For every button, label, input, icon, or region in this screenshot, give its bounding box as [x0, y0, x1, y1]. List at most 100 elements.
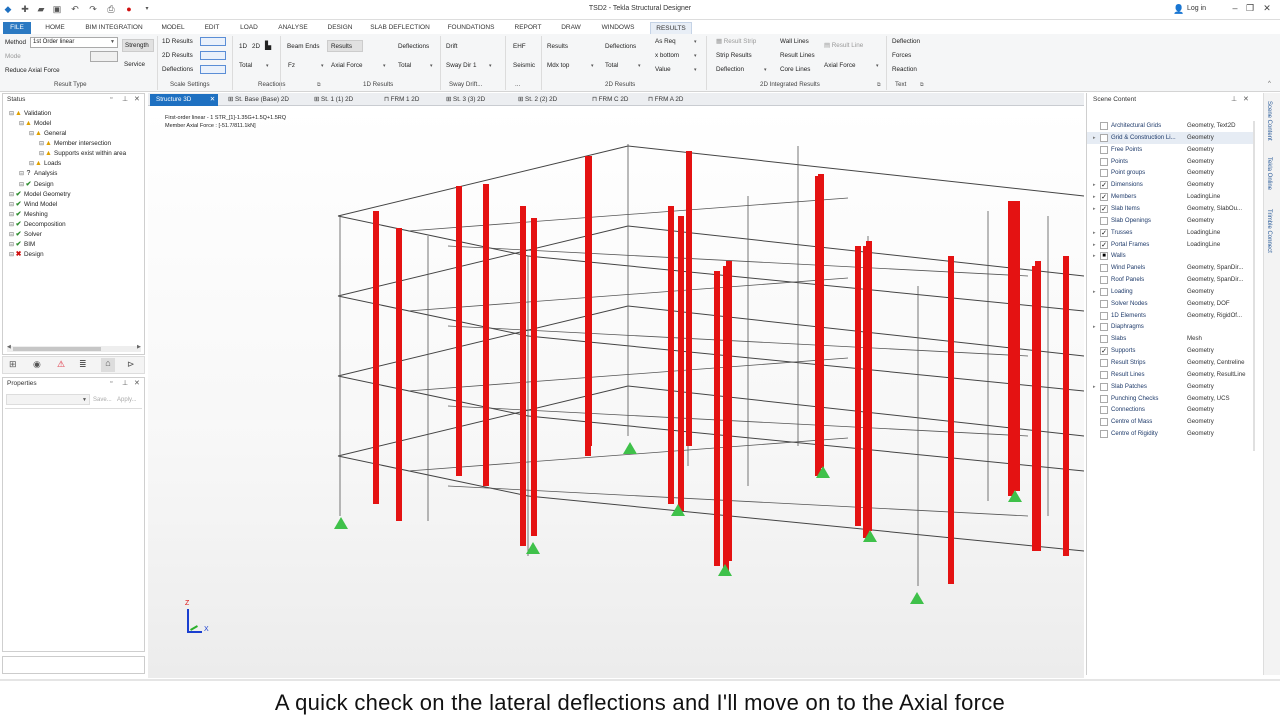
side-tab-tekla-online[interactable]: Tekla Online [1266, 157, 1272, 190]
floor-edge-line[interactable] [337, 375, 529, 417]
scene-content-row[interactable]: Connections Geometry [1087, 404, 1255, 416]
scene-item-type[interactable]: Geometry, SpanDir... [1187, 262, 1243, 274]
tab-structure-3d[interactable]: Structure 3D ✕ [150, 94, 218, 106]
axial-force-diagram[interactable] [373, 211, 379, 504]
expand-arrow-icon[interactable]: ▸ [1093, 132, 1096, 144]
expand-arrow-icon[interactable]: ▸ [1093, 239, 1096, 251]
close-icon[interactable]: ✕ [134, 95, 140, 103]
expand-arrow-icon[interactable]: ▸ [1093, 286, 1096, 298]
scene-content-row[interactable]: ▸ Slab Patches Geometry [1087, 381, 1255, 393]
horizontal-scrollbar[interactable] [7, 346, 141, 352]
scene-item-type[interactable]: Geometry [1187, 167, 1214, 179]
scene-content-row[interactable]: ▸ Grid & Construction Li... Geometry [1087, 131, 1255, 144]
status-tree-item[interactable]: ⊟ ✔ Model Geometry [9, 190, 71, 198]
scene-content-row[interactable]: ▸ ✓ Portal Frames LoadingLine [1087, 239, 1255, 251]
status-tree-item[interactable]: ⊟ ✔ Wind Model [9, 200, 57, 208]
scene-content-row[interactable]: 1D Elements Geometry, RigidOf... [1087, 310, 1255, 322]
close-icon[interactable]: ✕ [1260, 3, 1274, 15]
visibility-checkbox[interactable]: ✓ [1100, 240, 1108, 249]
drift-button[interactable]: Drift [446, 43, 458, 50]
scene-item-type[interactable]: Geometry [1187, 428, 1214, 440]
axial-force-diagram[interactable] [1063, 256, 1069, 556]
scale-slider-2d[interactable] [200, 51, 226, 60]
list-icon[interactable]: ≣ [79, 359, 87, 370]
scene-content-row[interactable]: ▸ Loading Geometry [1087, 286, 1255, 298]
deflections-button[interactable]: Deflections [398, 43, 429, 50]
scene-item-type[interactable]: Geometry, SlabOu... [1187, 203, 1242, 215]
visibility-checkbox[interactable] [1100, 122, 1108, 130]
status-tree-item[interactable]: ⊟▲ General [29, 130, 66, 137]
vertical-scrollbar[interactable] [1253, 121, 1255, 451]
value-select[interactable]: Value [655, 66, 671, 73]
axial-force-diagram[interactable] [668, 206, 674, 504]
pin-icon[interactable]: ⊥ [1231, 95, 1237, 103]
float-icon[interactable]: ▫ [110, 379, 112, 386]
scene-item-type[interactable]: Geometry [1187, 144, 1214, 156]
tab-edit[interactable]: EDIT [198, 22, 226, 34]
status-tree-item[interactable]: ⊟ ✔ Solver [9, 230, 42, 238]
scene-content-row[interactable]: Wind Panels Geometry, SpanDir... [1087, 262, 1255, 274]
results-2d-button[interactable]: Results [547, 43, 568, 50]
axial-force-diagram[interactable] [396, 228, 402, 521]
text-forces-button[interactable]: Forces [892, 52, 911, 59]
scene-item-type[interactable]: Geometry [1187, 132, 1214, 144]
dialog-launcher-icon[interactable]: ⧉ [877, 82, 881, 88]
floor-edge-line[interactable] [627, 145, 1084, 197]
axial-force-diagram[interactable] [483, 184, 489, 486]
status-tree-item[interactable]: ⊟▲ Model [19, 120, 51, 127]
chevron-down-icon[interactable]: ▾ [638, 63, 641, 69]
chevron-down-icon[interactable]: ▾ [694, 67, 697, 73]
command-line[interactable] [2, 656, 145, 674]
support-icon[interactable] [334, 517, 348, 529]
status-tree-item[interactable]: ⊟▲ Loads [29, 160, 61, 167]
support-icon[interactable] [718, 564, 732, 576]
apply-button[interactable]: Apply... [117, 397, 137, 403]
scene-item-type[interactable]: Geometry, ResultLine [1187, 369, 1245, 381]
structural-model[interactable] [148, 106, 1084, 678]
scale-slider-1d[interactable] [200, 37, 226, 46]
tab-results[interactable]: RESULTS [650, 22, 692, 34]
floor-edge-line[interactable] [337, 455, 529, 497]
visibility-checkbox[interactable]: ■ [1100, 252, 1108, 261]
visibility-checkbox[interactable] [1100, 311, 1108, 320]
visibility-checkbox[interactable] [1100, 169, 1108, 178]
core-lines-button[interactable]: Core Lines [780, 66, 810, 73]
restore-icon[interactable]: ❐ [1243, 3, 1257, 15]
btn-1d[interactable]: 1D [239, 43, 247, 50]
scene-content-row[interactable]: Centre of Rigidity Geometry [1087, 428, 1255, 440]
dialog-launcher-icon[interactable]: ⧉ [920, 82, 924, 88]
axial-force-diagram[interactable] [1035, 261, 1041, 551]
scene-content-row[interactable]: Slabs Mesh [1087, 333, 1255, 345]
tab-load[interactable]: LOAD [234, 22, 264, 34]
x-bottom-select[interactable]: x bottom [655, 52, 679, 59]
tab-slab-deflection[interactable]: SLAB DEFLECTION [366, 22, 434, 34]
scene-content-row[interactable]: ▸ ✓ Slab Items Geometry, SlabOu... [1087, 203, 1255, 215]
visibility-checkbox[interactable] [1100, 287, 1108, 296]
text-deflection-button[interactable]: Deflection [892, 38, 920, 45]
status-tree-item[interactable]: ⊟▲ Validation [9, 110, 51, 117]
tab-bim-integration[interactable]: BIM INTEGRATION [80, 22, 148, 34]
chevron-down-icon[interactable]: ▾ [430, 63, 433, 69]
scene-item-type[interactable]: Mesh [1187, 333, 1202, 345]
axial-force-diagram[interactable] [686, 151, 692, 446]
floor-edge-line[interactable] [337, 295, 529, 337]
service-button[interactable]: Service [124, 61, 145, 68]
visibility-checkbox[interactable]: ✓ [1100, 181, 1108, 190]
side-tab-scene-content[interactable]: Scene Content [1266, 101, 1272, 141]
scene-item-type[interactable]: Geometry, Centreline [1187, 357, 1244, 369]
axial-force-diagram[interactable] [1014, 201, 1020, 491]
visibility-checkbox[interactable] [1100, 276, 1108, 285]
close-icon[interactable]: ✕ [134, 379, 140, 387]
visibility-checkbox[interactable] [1100, 299, 1108, 308]
mode-select[interactable] [90, 51, 118, 62]
scene-item-type[interactable]: LoadingLine [1187, 191, 1220, 203]
scene-content-row[interactable]: ▸ Diaphragms [1087, 321, 1255, 333]
scene-item-type[interactable]: Geometry [1187, 345, 1214, 357]
visibility-checkbox[interactable]: ✓ [1100, 204, 1108, 213]
globe-icon[interactable]: ◉ [33, 359, 41, 370]
visibility-checkbox[interactable] [1100, 370, 1108, 379]
axial-force-diagram[interactable] [855, 246, 861, 526]
scene-item-type[interactable]: Geometry [1187, 156, 1214, 168]
scene-content-row[interactable]: Architectural Grids Geometry, Text2D [1087, 120, 1255, 132]
scene-item-type[interactable]: LoadingLine [1187, 239, 1220, 251]
